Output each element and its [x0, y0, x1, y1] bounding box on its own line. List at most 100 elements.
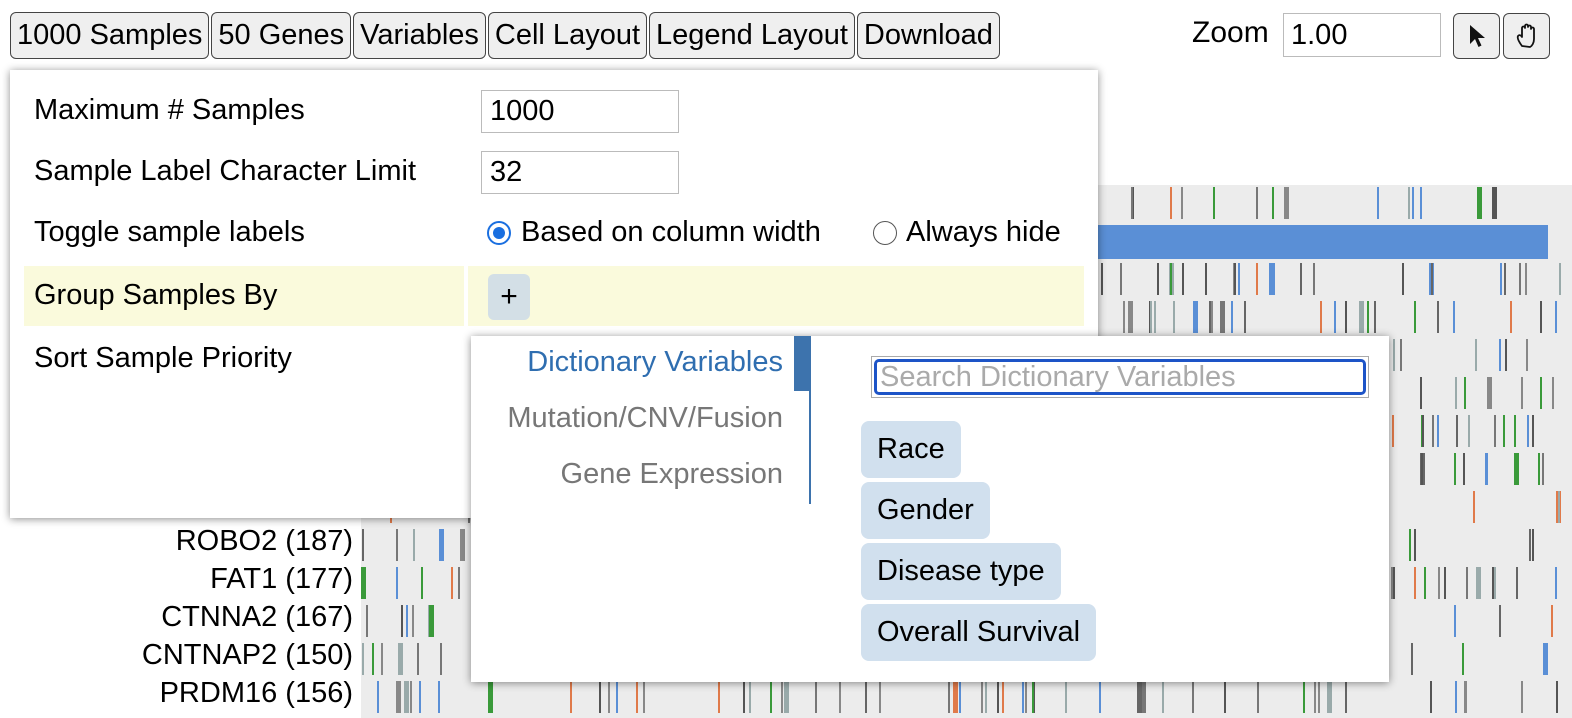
active-tab-indicator: [794, 336, 810, 391]
matrix-cell: [1453, 301, 1455, 333]
matrix-cell: [1551, 605, 1553, 637]
variable-chip-gender[interactable]: Gender: [861, 482, 990, 539]
matrix-cell: [413, 529, 415, 561]
max-samples-input[interactable]: [481, 90, 679, 133]
matrix-cell: [1477, 187, 1482, 219]
radio-column-width-label[interactable]: Based on column width: [521, 216, 821, 249]
matrix-cell: [997, 681, 999, 713]
matrix-cell: [1420, 187, 1422, 219]
matrix-cell: [1492, 187, 1497, 219]
matrix-cell: [458, 567, 460, 599]
matrix-cell: [440, 643, 442, 675]
matrix-cell: [417, 643, 419, 675]
gene-label[interactable]: CTNNA2 (167): [161, 601, 353, 634]
matrix-cell: [1529, 529, 1531, 561]
matrix-cell: [570, 681, 572, 713]
matrix-cell: [1514, 415, 1516, 447]
matrix-cell: [1494, 567, 1496, 599]
search-input[interactable]: Search Dictionary Variables: [874, 359, 1366, 395]
matrix-cell: [1234, 263, 1236, 295]
gene-label[interactable]: CNTNAP2 (150): [142, 639, 353, 672]
variable-chip-race[interactable]: Race: [861, 421, 961, 478]
matrix-cell: [1437, 415, 1439, 447]
matrix-cell: [1213, 187, 1215, 219]
matrix-cell: [1244, 301, 1246, 333]
matrix-cell: [1320, 301, 1322, 333]
add-group-button[interactable]: +: [488, 274, 530, 320]
tab-gene-expression[interactable]: Gene Expression: [561, 458, 783, 491]
matrix-cell: [781, 681, 783, 713]
matrix-cell: [381, 643, 383, 675]
matrix-cell: [1532, 415, 1534, 447]
tab-dictionary-variables[interactable]: Dictionary Variables: [527, 346, 783, 379]
cell-layout-button[interactable]: Cell Layout: [487, 12, 648, 59]
matrix-cell: [1392, 415, 1394, 447]
matrix-cell: [608, 681, 610, 713]
radio-always-hide[interactable]: [873, 221, 897, 245]
gene-label[interactable]: PRDM16 (156): [160, 677, 353, 710]
genes-button[interactable]: 50 Genes: [211, 12, 352, 59]
radio-column-width[interactable]: [487, 221, 511, 245]
matrix-cell: [1345, 681, 1347, 713]
matrix-cell: [1256, 187, 1258, 219]
matrix-cell: [396, 567, 398, 599]
matrix-cell: [1464, 377, 1466, 409]
matrix-cell: [1231, 301, 1233, 333]
matrix-cell: [1499, 339, 1501, 371]
variables-button[interactable]: Variables: [353, 12, 486, 59]
matrix-cell: [1181, 187, 1183, 219]
matrix-cell: [362, 643, 364, 675]
matrix-cell: [1438, 567, 1440, 599]
matrix-cell: [815, 681, 817, 713]
select-mode-button[interactable]: [1453, 13, 1500, 59]
matrix-cell: [1432, 415, 1434, 447]
matrix-cell: [1468, 415, 1470, 447]
pan-mode-button[interactable]: [1503, 13, 1550, 59]
matrix-cell: [948, 681, 950, 713]
matrix-cell: [1420, 377, 1422, 409]
max-samples-label: Maximum # Samples: [34, 94, 305, 126]
matrix-cell: [1192, 681, 1194, 713]
tab-mutation-cnv-fusion[interactable]: Mutation/CNV/Fusion: [507, 402, 783, 435]
variable-chip-disease-type[interactable]: Disease type: [861, 543, 1061, 600]
hand-pan-icon: [1516, 23, 1535, 48]
matrix-cell: [1437, 301, 1439, 333]
search-field[interactable]: Search Dictionary Variables: [871, 356, 1369, 398]
matrix-cell: [1552, 377, 1554, 409]
matrix-cell: [1444, 567, 1446, 599]
char-limit-input[interactable]: [481, 151, 679, 194]
matrix-cell: [1123, 301, 1125, 333]
gene-label[interactable]: FAT1 (177): [210, 563, 353, 596]
matrix-cell: [953, 681, 958, 713]
matrix-cell: [1150, 301, 1152, 333]
matrix-cell: [1505, 339, 1507, 371]
radio-always-hide-label[interactable]: Always hide: [906, 216, 1061, 249]
matrix-cell: [1157, 263, 1159, 295]
matrix-cell: [1334, 301, 1336, 333]
sort-priority-label: Sort Sample Priority: [34, 342, 292, 374]
matrix-cell: [1411, 643, 1413, 675]
matrix-cell: [1065, 681, 1067, 713]
matrix-cell: [396, 529, 398, 561]
legend-layout-button[interactable]: Legend Layout: [649, 12, 855, 59]
matrix-cell: [1521, 377, 1523, 409]
matrix-cell: [1510, 301, 1512, 333]
matrix-cell: [1466, 567, 1468, 599]
gene-label[interactable]: ROBO2 (187): [176, 525, 353, 558]
matrix-cell: [398, 643, 403, 675]
matrix-cell: [1025, 681, 1027, 713]
matrix-cell: [1516, 567, 1518, 599]
matrix-cell: [1162, 681, 1164, 713]
zoom-input[interactable]: [1283, 13, 1441, 57]
samples-button[interactable]: 1000 Samples: [10, 12, 210, 59]
matrix-cell: [488, 681, 493, 713]
variable-chip-overall-survival[interactable]: Overall Survival: [861, 604, 1097, 661]
matrix-cell: [1463, 453, 1465, 485]
download-button[interactable]: Download: [856, 12, 1000, 59]
matrix-cell: [1556, 681, 1558, 713]
matrix-cell: [1542, 453, 1544, 485]
matrix-cell: [1543, 643, 1548, 675]
matrix-cell: [1454, 453, 1456, 485]
matrix-cell: [1327, 681, 1332, 713]
matrix-cell: [1022, 681, 1024, 713]
